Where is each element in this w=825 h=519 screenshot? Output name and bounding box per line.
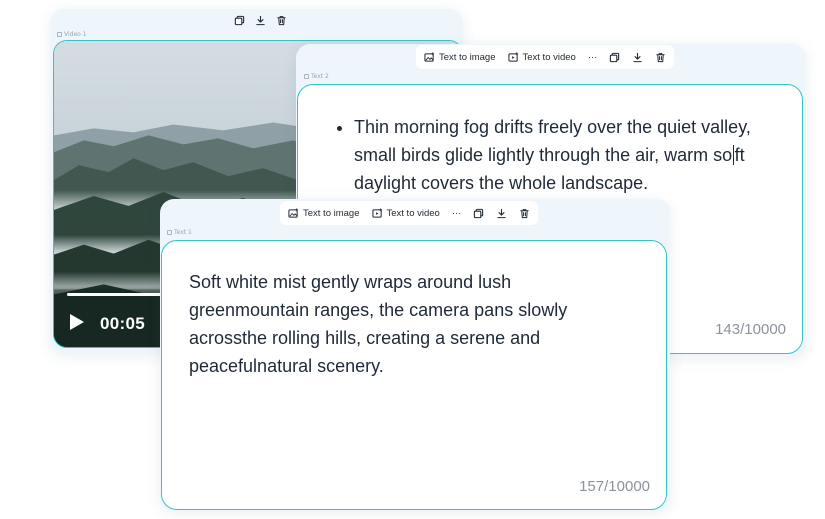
download-icon [256,15,265,25]
download-icon [497,208,507,218]
video-download-button[interactable] [255,15,266,26]
text1-editor[interactable]: Soft white mist gently wraps around lush… [161,240,667,510]
video-plus-icon [371,207,382,218]
text1-toolbar: Text to image Text to video ··· [280,201,539,225]
video-tag-icon [57,32,62,37]
trash-icon [656,52,666,62]
video-node-toolbar [234,8,287,32]
video-copy-button[interactable] [234,15,245,26]
video-delete-button[interactable] [276,15,287,26]
text-tag-icon [167,230,172,235]
text1-content[interactable]: Soft white mist gently wraps around lush… [189,268,609,380]
text1-delete-button[interactable] [519,208,530,219]
text2-delete-button[interactable] [655,52,666,63]
text2-char-counter: 143/10000 [715,321,786,338]
text-tag-icon [304,74,309,79]
text2-text-to-video-button[interactable]: Text to video [507,51,576,63]
trash-icon [277,15,286,25]
text1-text-to-video-button[interactable]: Text to video [371,207,440,219]
text2-node-tag: Text 2 [304,73,329,80]
text2-text-to-image-button[interactable]: Text to image [424,52,496,63]
copy-icon [610,52,620,62]
text1-char-counter: 157/10000 [579,478,650,495]
copy-icon [474,208,484,218]
trash-icon [520,208,530,218]
image-plus-icon [424,51,435,62]
text2-more-button[interactable]: ··· [588,52,598,63]
text1-copy-button[interactable] [473,208,484,219]
text2-content[interactable]: Thin morning fog drifts freely over the … [354,113,790,197]
text2-download-button[interactable] [632,52,643,63]
canvas: Video 1 00:05 Text to image Text to vide… [0,0,825,519]
video-plus-icon [507,51,518,62]
text1-text-to-image-button[interactable]: Text to image [288,208,360,219]
play-icon[interactable] [69,313,85,331]
text2-bullet-item: Thin morning fog drifts freely over the … [354,113,790,197]
video-time: 00:05 [100,314,145,333]
text1-node-tag: Text 1 [167,229,192,236]
text2-toolbar: Text to image Text to video ··· [416,45,675,69]
copy-icon [234,15,245,25]
image-plus-icon [288,207,299,218]
text1-more-button[interactable]: ··· [452,208,462,219]
text1-download-button[interactable] [496,208,507,219]
video-node-tag: Video 1 [57,31,87,38]
download-icon [633,52,643,62]
text2-copy-button[interactable] [609,52,620,63]
